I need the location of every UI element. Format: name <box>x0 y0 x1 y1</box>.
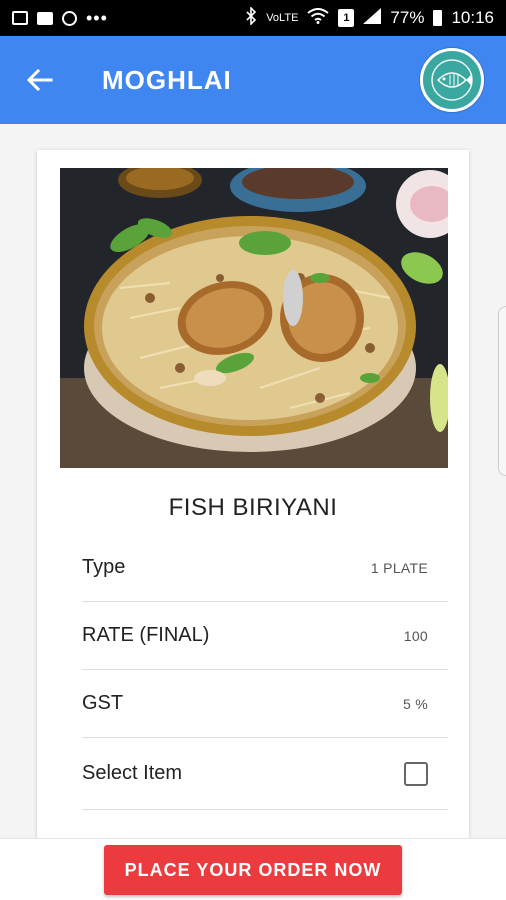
detail-label: Type <box>82 556 126 578</box>
dish-name: FISH BIRIYANI <box>168 494 338 521</box>
content-area[interactable]: FISH BIRIYANI Type 1 PLATE RATE (FINAL) … <box>0 124 506 838</box>
detail-row-type: Type 1 PLATE <box>82 534 448 602</box>
page-title: MOGHLAI <box>102 64 232 95</box>
detail-value: 5 % <box>402 695 428 712</box>
drawer-handle[interactable] <box>498 306 506 476</box>
detail-row-gst: GST 5 % <box>82 670 448 738</box>
more-icon: ••• <box>86 8 108 28</box>
detail-label: GST <box>82 692 124 714</box>
dish-card: FISH BIRIYANI Type 1 PLATE RATE (FINAL) … <box>37 150 469 838</box>
status-bar: ••• VoLTE 1 77% 10:16 <box>0 0 506 36</box>
bottom-bar: PLACE YOUR ORDER NOW <box>0 838 506 900</box>
chrome-icon <box>62 10 77 26</box>
detail-row-rate: RATE (FINAL) 100 <box>82 602 448 670</box>
sim-icon: 1 <box>338 9 355 27</box>
status-left: ••• <box>12 9 108 27</box>
back-button[interactable] <box>0 36 80 124</box>
detail-label: RATE (FINAL) <box>82 624 210 646</box>
bluetooth-icon <box>245 5 257 30</box>
select-item-label: Select Item <box>82 762 183 784</box>
detail-value: 100 <box>403 627 428 644</box>
status-right: VoLTE 1 77% 10:16 <box>245 5 494 30</box>
food-photo <box>60 168 448 468</box>
chat-icon <box>37 11 53 25</box>
select-item-row[interactable]: Select Item <box>82 738 448 810</box>
app-bar: MOGHLAI <box>0 36 506 124</box>
image-icon <box>12 11 28 25</box>
place-order-button[interactable]: PLACE YOUR ORDER NOW <box>104 845 402 895</box>
sim-slot-label: 1 <box>343 12 350 24</box>
battery-icon <box>433 10 443 26</box>
clock: 10:16 <box>451 8 494 27</box>
battery-percent: 77% <box>390 8 425 27</box>
signal-icon <box>363 7 382 29</box>
wifi-icon <box>307 7 330 29</box>
select-item-checkbox[interactable] <box>404 761 428 786</box>
fish-logo-icon <box>420 48 484 112</box>
volte-icon: VoLTE <box>266 11 299 24</box>
detail-value: 1 PLATE <box>370 559 428 576</box>
arrow-left-icon <box>27 69 53 91</box>
